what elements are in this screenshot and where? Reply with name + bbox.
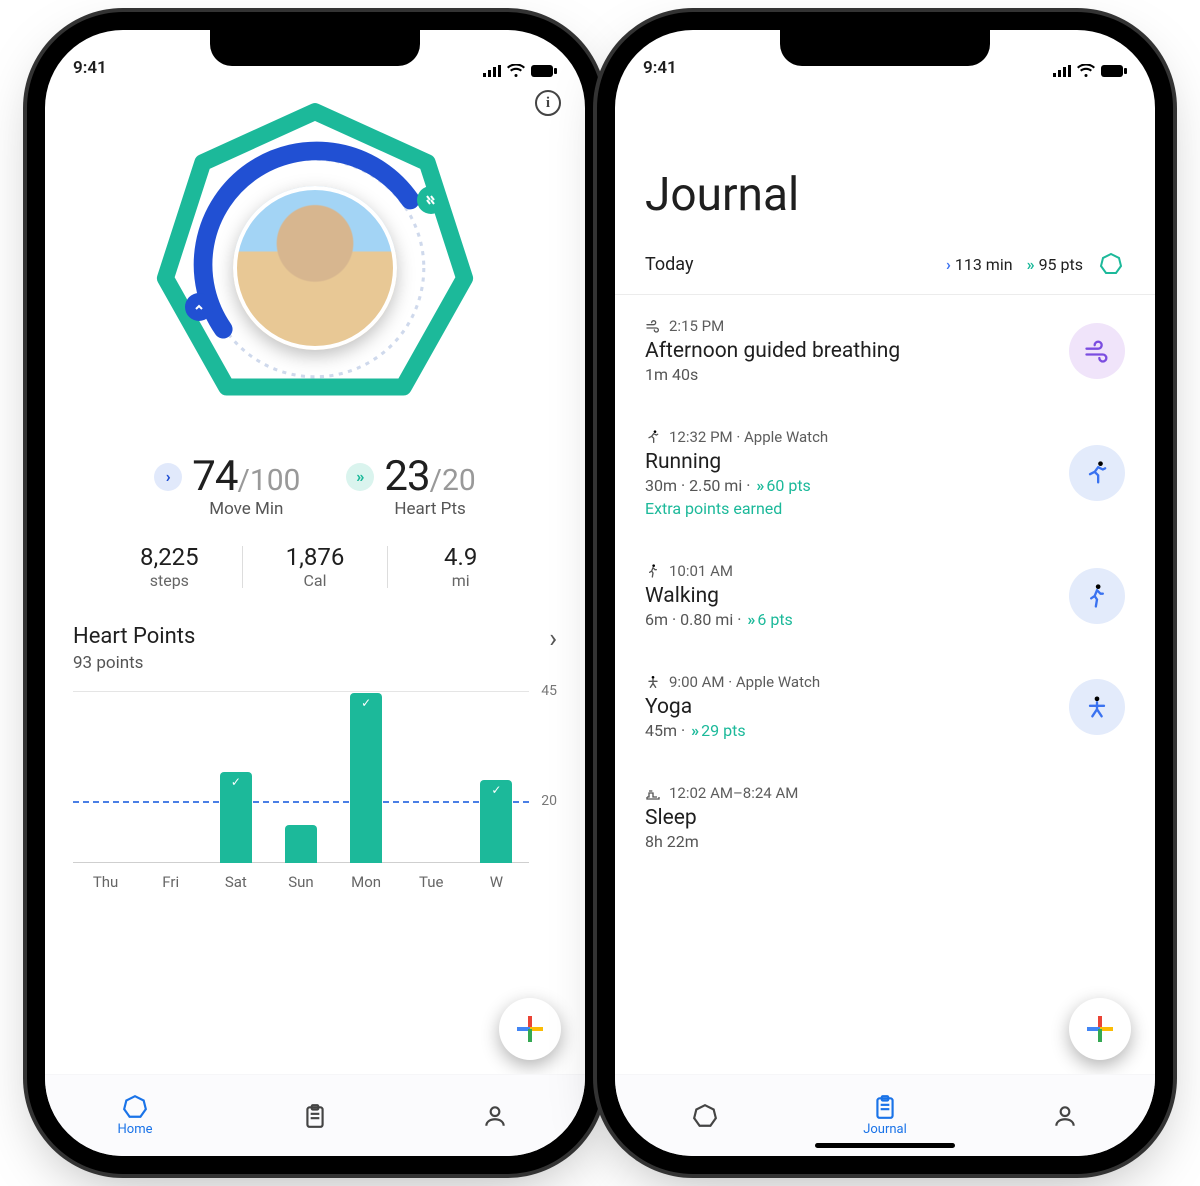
status-time: 9:41: [73, 58, 107, 78]
journal-entry[interactable]: 12:02 AM–8:24 AM Sleep 8h 22m: [615, 762, 1155, 873]
home-ring-icon: [122, 1094, 148, 1120]
tab-home[interactable]: Home: [45, 1075, 225, 1156]
plus-icon: [1087, 1016, 1113, 1042]
journal-entry[interactable]: 10:01 AM Walking 6m · 0.80 mi · » 6 pts: [615, 540, 1155, 651]
section-subtitle: 93 points: [73, 653, 195, 673]
add-fab[interactable]: [499, 998, 561, 1060]
page-title: Journal: [615, 78, 1155, 236]
heart-points-section[interactable]: Heart Points 93 points › 45 20 ✓✓✓ ThuFr…: [45, 624, 585, 891]
home-ring-icon: [692, 1103, 718, 1129]
today-summary[interactable]: Today ›113 min »95 pts: [615, 236, 1155, 295]
tab-journal[interactable]: [225, 1075, 405, 1156]
home-indicator[interactable]: [815, 1143, 955, 1148]
wifi-icon: [1077, 64, 1095, 78]
today-minutes: ›113 min: [946, 255, 1013, 274]
section-title: Heart Points: [73, 624, 195, 649]
wifi-icon: [507, 64, 525, 78]
yoga-icon: [645, 674, 661, 690]
tab-bar: Home: [45, 1074, 585, 1156]
goal-badge-icon: [1097, 250, 1125, 278]
activity-rings[interactable]: [145, 98, 485, 438]
move-minutes-metric[interactable]: › 74/100 Move Min: [154, 452, 300, 519]
tab-profile[interactable]: [405, 1075, 585, 1156]
double-chevron-icon: »: [346, 463, 374, 491]
sleep-icon: [645, 785, 661, 801]
walk-icon: [645, 563, 661, 579]
status-time: 9:41: [643, 58, 677, 78]
phone-journal: 9:41 Journal Today ›113 min »95 pts: [615, 30, 1155, 1156]
steps-metric[interactable]: 8,225steps: [97, 543, 242, 590]
heart-points-metric[interactable]: » 23/20 Heart Pts: [346, 452, 475, 519]
journal-entry[interactable]: 2:15 PM Afternoon guided breathing 1m 40…: [615, 295, 1155, 406]
add-fab[interactable]: [1069, 998, 1131, 1060]
signal-icon: [483, 64, 501, 78]
notch: [210, 30, 420, 66]
signal-icon: [1053, 64, 1071, 78]
battery-icon: [1101, 64, 1127, 78]
move-progress-marker: [185, 293, 213, 321]
today-points: »95 pts: [1027, 255, 1083, 274]
notch: [780, 30, 990, 66]
walk-icon: [1069, 568, 1125, 624]
profile-icon: [482, 1103, 508, 1129]
breath-icon: [645, 318, 661, 334]
tab-home[interactable]: [615, 1075, 795, 1156]
journal-entry[interactable]: 9:00 AM · Apple Watch Yoga 45m · » 29 pt…: [615, 651, 1155, 762]
chevron-right-icon: ›: [549, 624, 557, 654]
journal-entry[interactable]: 12:32 PM · Apple Watch Running 30m · 2.5…: [615, 406, 1155, 540]
breath-icon: [1069, 323, 1125, 379]
info-button[interactable]: i: [535, 90, 561, 116]
plus-icon: [517, 1016, 543, 1042]
heart-progress-marker: [417, 186, 445, 214]
tab-profile[interactable]: [975, 1075, 1155, 1156]
chevron-right-icon: ›: [154, 463, 182, 491]
profile-icon: [1052, 1103, 1078, 1129]
distance-metric[interactable]: 4.9mi: [388, 543, 533, 590]
heart-points-chart: 45 20 ✓✓✓ ThuFriSatSunMonTueW: [73, 691, 557, 891]
journal-icon: [872, 1094, 898, 1120]
yoga-icon: [1069, 679, 1125, 735]
journal-icon: [302, 1103, 328, 1129]
calories-metric[interactable]: 1,876Cal: [243, 543, 388, 590]
avatar: [233, 186, 397, 350]
run-icon: [1069, 445, 1125, 501]
battery-icon: [531, 64, 557, 78]
phone-home: 9:41 i: [45, 30, 585, 1156]
run-icon: [645, 429, 661, 445]
